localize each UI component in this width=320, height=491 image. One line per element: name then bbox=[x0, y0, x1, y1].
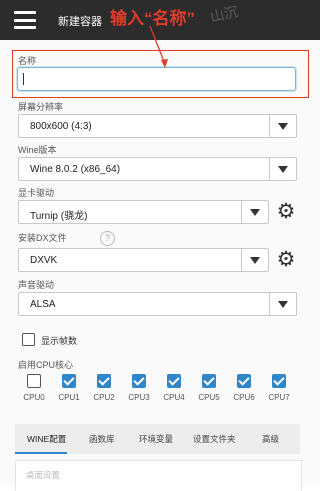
cpu-core-checkbox[interactable] bbox=[97, 374, 111, 388]
cpu-core-2[interactable]: CPU2 bbox=[88, 374, 120, 402]
audio-label: 声音驱动 bbox=[18, 280, 55, 290]
tab-advanced[interactable]: 高级 bbox=[262, 433, 279, 445]
cpu-core-checkbox[interactable] bbox=[202, 374, 216, 388]
cpu-core-checkbox[interactable] bbox=[237, 374, 251, 388]
dx-settings-gear-icon[interactable]: ⚙ bbox=[275, 249, 297, 271]
cpu-core-3[interactable]: CPU3 bbox=[123, 374, 155, 402]
name-label: 名称 bbox=[18, 56, 37, 66]
tab-env-vars[interactable]: 环境变量 bbox=[139, 433, 173, 445]
tab-libraries[interactable]: 函数库 bbox=[89, 433, 115, 445]
cpu-core-label: CPU6 bbox=[233, 393, 255, 402]
wine-value: Wine 8.0.2 (x86_64) bbox=[30, 164, 121, 175]
resolution-select[interactable]: 800x600 (4:3) bbox=[18, 114, 297, 138]
cpu-core-7[interactable]: CPU7 bbox=[263, 374, 295, 402]
cpu-core-checkbox[interactable] bbox=[27, 374, 41, 388]
cpu-core-6[interactable]: CPU6 bbox=[228, 374, 260, 402]
cpu-core-checkbox[interactable] bbox=[167, 374, 181, 388]
cpu-core-checkbox[interactable] bbox=[62, 374, 76, 388]
cpu-core-label: CPU5 bbox=[198, 393, 220, 402]
audio-select[interactable]: ALSA bbox=[18, 292, 297, 316]
tab-bar: WINE配置 函数库 环境变量 设置文件夹 高级 bbox=[15, 424, 300, 454]
container-form: 名称 屏幕分辨率 800x600 (4:3) Wine版本 Wine 8.0.2… bbox=[0, 40, 320, 491]
gpu-label: 显卡驱动 bbox=[18, 188, 55, 198]
chevron-down-icon[interactable] bbox=[269, 115, 296, 137]
cpu-core-4[interactable]: CPU4 bbox=[158, 374, 190, 402]
cpu-core-label: CPU2 bbox=[93, 393, 115, 402]
cpu-core-label: CPU3 bbox=[128, 393, 150, 402]
chevron-down-icon[interactable] bbox=[269, 293, 296, 315]
dx-value: DXVK bbox=[30, 255, 58, 266]
name-input[interactable] bbox=[17, 67, 296, 91]
cpu-core-checkbox[interactable] bbox=[132, 374, 146, 388]
gpu-settings-gear-icon[interactable]: ⚙ bbox=[275, 201, 297, 223]
chevron-down-icon[interactable] bbox=[269, 158, 296, 180]
cpu-core-label: CPU1 bbox=[58, 393, 80, 402]
cpu-core-0[interactable]: CPU0 bbox=[18, 374, 50, 402]
tab-folders[interactable]: 设置文件夹 bbox=[193, 433, 236, 445]
cpu-core-checkbox[interactable] bbox=[272, 374, 286, 388]
app-bar: 新建容器 山沉 输入“名称” bbox=[0, 0, 320, 40]
resolution-label: 屏幕分辨率 bbox=[18, 102, 64, 112]
watermark: 山沉 bbox=[208, 3, 240, 25]
page-title: 新建容器 bbox=[58, 16, 102, 28]
help-icon[interactable]: ? bbox=[100, 231, 115, 246]
chevron-down-icon[interactable] bbox=[241, 201, 268, 223]
tab-wine-config[interactable]: WINE配置 bbox=[27, 433, 66, 445]
dx-label: 安装DX文件 bbox=[18, 233, 67, 243]
cpu-core-label: CPU0 bbox=[23, 393, 45, 402]
desktop-settings-section: 桌面设置 bbox=[15, 460, 302, 491]
cpu-core-label: CPU7 bbox=[268, 393, 290, 402]
resolution-value: 800x600 (4:3) bbox=[30, 121, 92, 132]
audio-value: ALSA bbox=[30, 299, 56, 310]
show-fps-checkbox[interactable] bbox=[22, 333, 35, 346]
wine-label: Wine版本 bbox=[18, 145, 57, 155]
cpu-core-5[interactable]: CPU5 bbox=[193, 374, 225, 402]
dx-select[interactable]: DXVK bbox=[18, 248, 269, 272]
active-tab-indicator bbox=[15, 452, 67, 454]
text-caret bbox=[23, 73, 24, 85]
cpu-core-1[interactable]: CPU1 bbox=[53, 374, 85, 402]
desktop-settings-label: 桌面设置 bbox=[26, 470, 61, 480]
chevron-down-icon[interactable] bbox=[241, 249, 268, 271]
wine-select[interactable]: Wine 8.0.2 (x86_64) bbox=[18, 157, 297, 181]
gpu-select[interactable]: Turnip (骁龙) bbox=[18, 200, 269, 224]
cpu-core-label: CPU4 bbox=[163, 393, 185, 402]
annotation-text: 输入“名称” bbox=[110, 9, 195, 28]
show-fps-label: 显示帧数 bbox=[41, 336, 78, 346]
gpu-value: Turnip (骁龙) bbox=[30, 211, 88, 222]
menu-icon[interactable] bbox=[14, 11, 36, 29]
cpu-label: 启用CPU核心 bbox=[18, 360, 74, 370]
